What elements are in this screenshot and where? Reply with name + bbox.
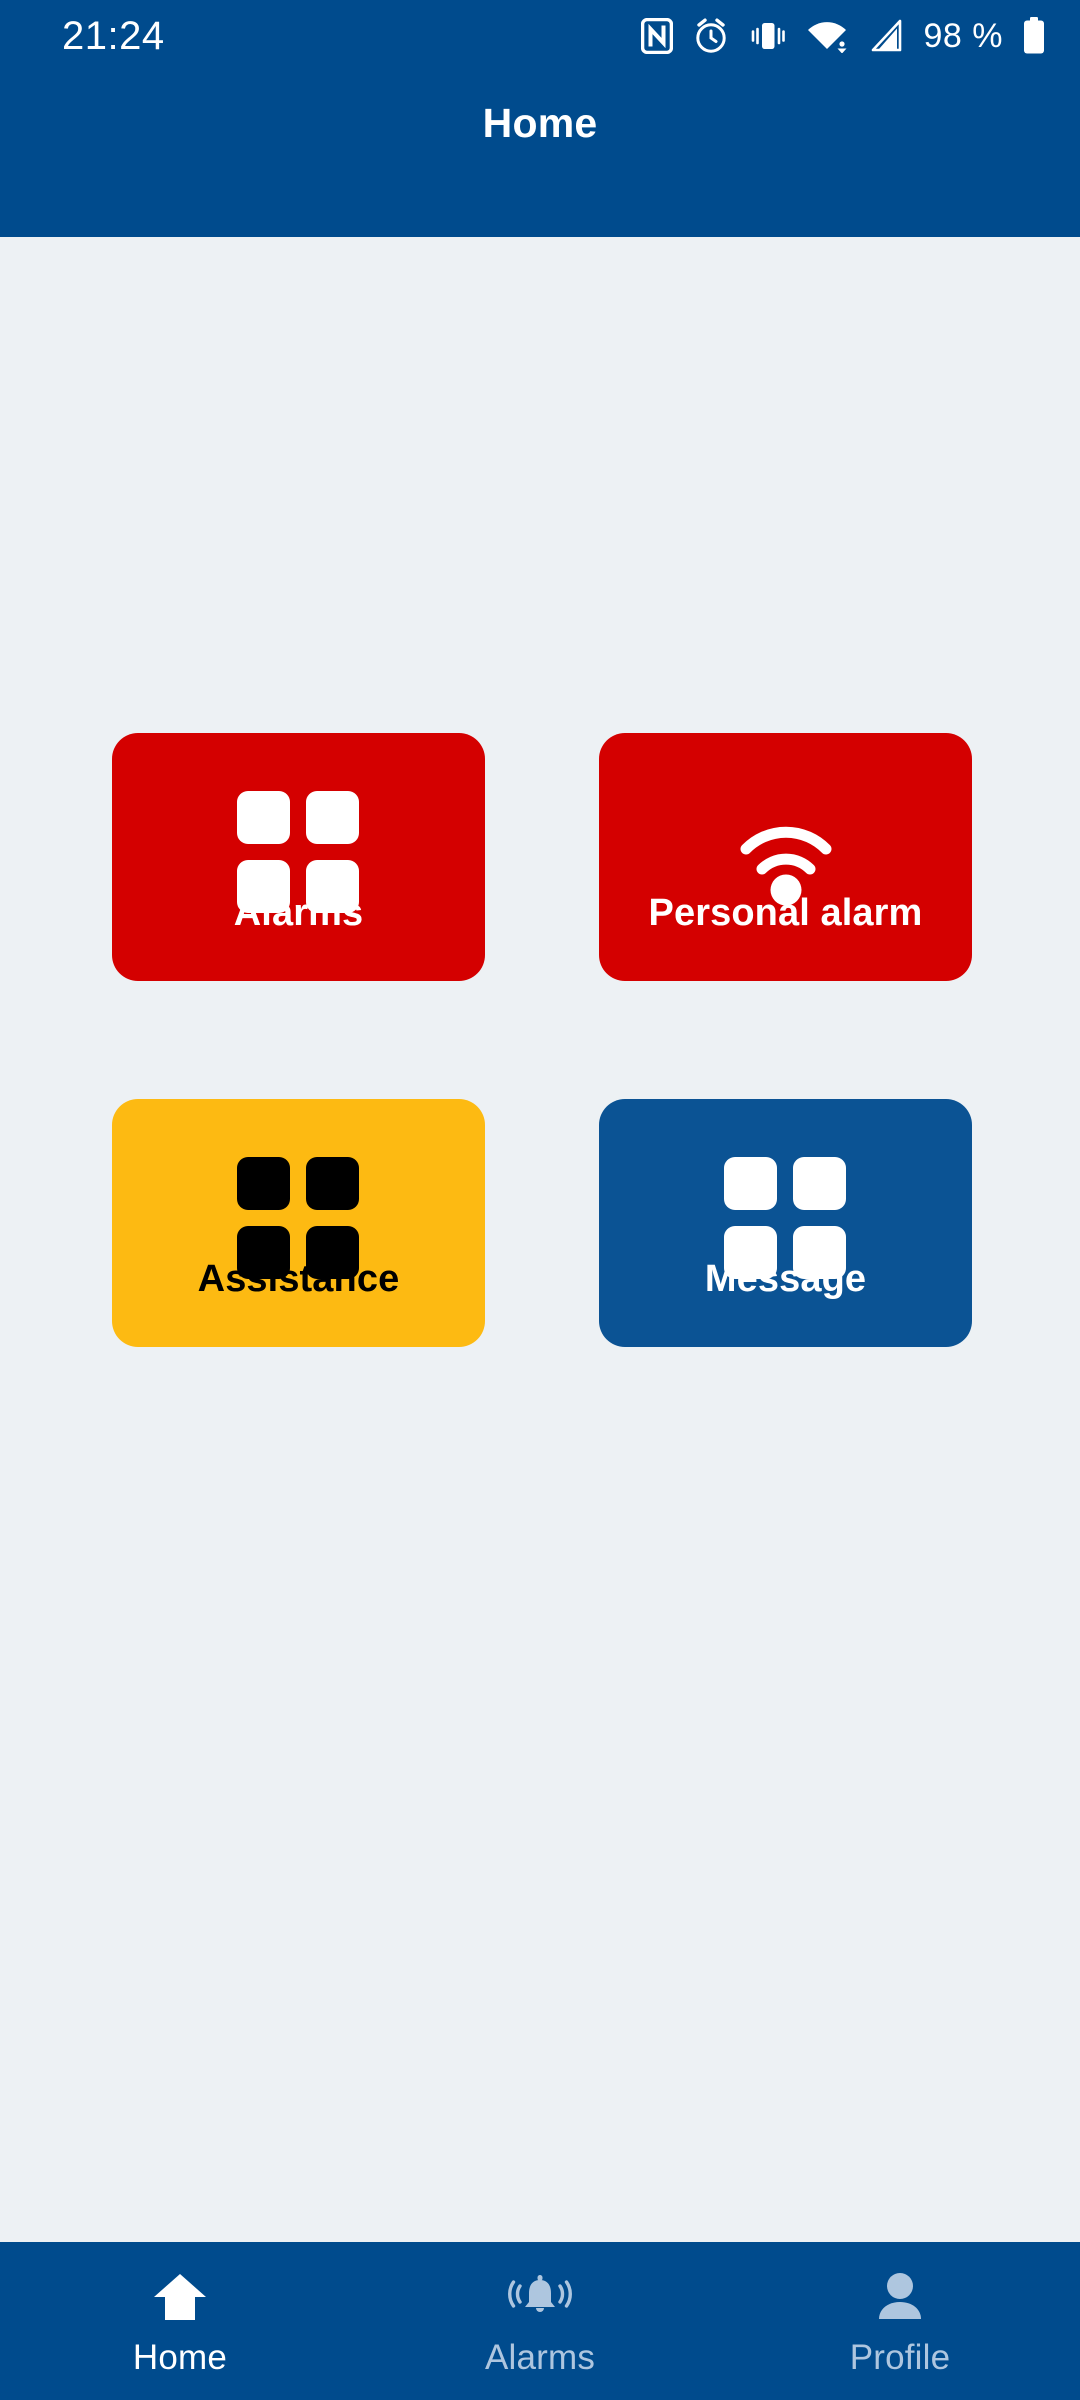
battery-percent-label: 98 %: [923, 16, 1003, 55]
battery-icon: [1024, 17, 1044, 54]
person-icon: [879, 2272, 921, 2319]
cellular-signal-icon: [871, 19, 901, 52]
nav-item-profile[interactable]: Profile: [720, 2268, 1080, 2375]
nfc-icon: [640, 18, 673, 54]
main-content: Alarms Personal alarm Assistance Message: [0, 237, 1080, 2242]
app-root: 21:24 98 % Home Alarms Personal alarm As…: [0, 0, 1080, 2400]
nav-item-profile-label: Profile: [849, 2337, 951, 2377]
tile-personal-alarm[interactable]: Personal alarm: [599, 733, 972, 981]
tile-message-label: Message: [704, 1258, 867, 1300]
app-bar: Home: [0, 72, 1080, 237]
ringing-bell-icon: [508, 2274, 572, 2312]
tile-assistance[interactable]: Assistance: [112, 1099, 485, 1347]
tile-personal-alarm-label: Personal alarm: [648, 892, 923, 934]
wifi-icon: [807, 22, 846, 53]
tile-alarms-label: Alarms: [233, 892, 364, 934]
status-bar-clock: 21:24: [62, 14, 165, 58]
status-bar-icons: 98 %: [640, 16, 1047, 56]
alarm-clock-icon: [695, 18, 726, 53]
page-title: Home: [482, 100, 598, 146]
tile-message[interactable]: Message: [599, 1099, 972, 1347]
bottom-navigation-bar: Home Alarms Profile: [0, 2242, 1080, 2400]
nav-item-alarms[interactable]: Alarms: [360, 2268, 720, 2375]
status-bar: 21:24 98 %: [0, 0, 1080, 72]
nav-item-home[interactable]: Home: [0, 2268, 360, 2375]
tile-assistance-label: Assistance: [197, 1258, 400, 1300]
nav-item-alarms-label: Alarms: [484, 2337, 596, 2377]
vibrate-icon: [751, 23, 785, 49]
tile-alarms[interactable]: Alarms: [112, 733, 485, 981]
house-icon: [154, 2273, 206, 2320]
nav-item-home-label: Home: [132, 2337, 228, 2377]
action-tile-grid: Alarms Personal alarm Assistance Message: [112, 733, 972, 1347]
